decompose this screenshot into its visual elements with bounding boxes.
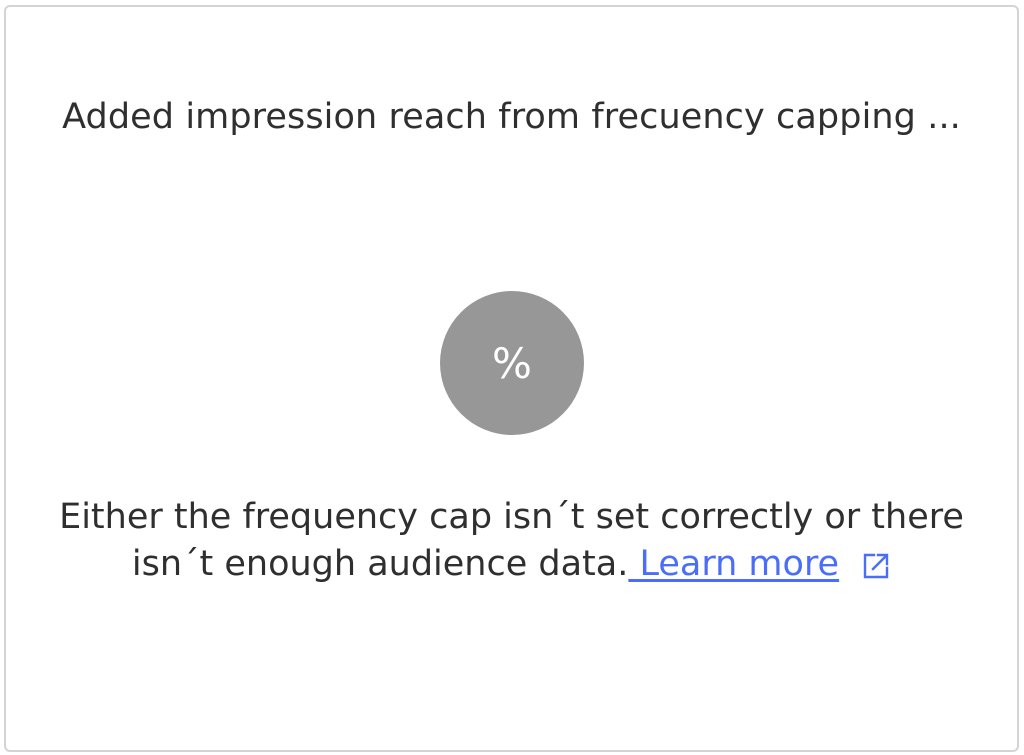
percent-symbol: %	[492, 338, 532, 388]
message-line-1: Either the frequency cap isn´t set corre…	[59, 497, 964, 537]
percent-placeholder-icon: %	[440, 291, 584, 435]
empty-state-message: Either the frequency cap isn´t set corre…	[6, 494, 1017, 588]
insight-card: Added impression reach from frecuency ca…	[4, 5, 1019, 752]
external-link-icon[interactable]	[861, 547, 891, 579]
message-line-2: isn´t enough audience data.	[131, 544, 629, 584]
learn-more-link[interactable]: Learn more	[628, 544, 839, 584]
card-title: Added impression reach from frecuency ca…	[62, 97, 961, 137]
